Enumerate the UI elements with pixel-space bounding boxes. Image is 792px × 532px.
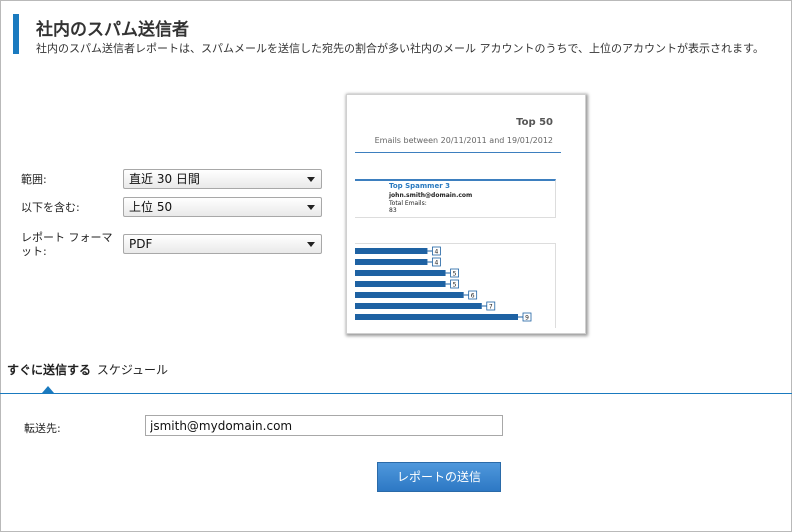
chart-data-label: 4 [435, 260, 439, 267]
preview-bar-chart: 4 4 5 5 6 7 9 [355, 243, 556, 328]
preview-spammer-card: Top Spammer 3 john.smith@domain.com Tota… [355, 179, 556, 218]
range-select[interactable]: 直近 30 日間 [123, 169, 322, 189]
tab-send-now[interactable]: すぐに送信する [7, 363, 91, 377]
report-preview-thumbnail: Top 50 Emails between 20/11/2011 and 19/… [346, 94, 586, 334]
chart-data-label: 9 [525, 315, 529, 322]
include-select[interactable]: 上位 50 [123, 197, 322, 217]
chevron-down-icon [307, 242, 315, 247]
include-label: 以下を含む: [21, 201, 80, 214]
preview-divider [355, 152, 561, 153]
range-select-value: 直近 30 日間 [129, 172, 200, 186]
chart-bar [355, 259, 428, 265]
include-select-value: 上位 50 [129, 200, 173, 214]
format-select[interactable]: PDF [123, 234, 322, 254]
chart-bar [355, 314, 518, 320]
format-label: レポート フォーマット: [21, 231, 113, 258]
chart-bar [355, 270, 446, 276]
send-to-label: 転送先: [24, 422, 61, 435]
range-label: 範囲: [21, 173, 47, 186]
page-title: 社内のスパム送信者 [36, 20, 189, 40]
chart-data-label: 6 [471, 293, 475, 300]
preview-card-total-value: 83 [389, 207, 397, 214]
chart-data-label: 4 [435, 249, 439, 256]
chart-data-label: 7 [489, 304, 493, 311]
chart-bar [355, 281, 446, 287]
bar-chart-svg: 4 4 5 5 6 7 9 [355, 246, 532, 322]
chevron-down-icon [307, 205, 315, 210]
preview-card-title: Top Spammer 3 [389, 182, 450, 190]
preview-card-email: john.smith@domain.com [389, 192, 473, 199]
chevron-down-icon [307, 177, 315, 182]
chart-data-label: 5 [453, 271, 457, 278]
chart-bar [355, 292, 464, 298]
preview-title: Top 50 [516, 117, 553, 128]
send-tabs: すぐに送信する スケジュール [7, 361, 168, 378]
send-report-button[interactable]: レポートの送信 [377, 462, 501, 492]
active-tab-indicator [42, 386, 54, 393]
tab-schedule[interactable]: スケジュール [97, 363, 168, 377]
title-accent-bar [13, 14, 19, 54]
chart-bar [355, 303, 482, 309]
page-description: 社内のスパム送信者レポートは、スパムメールを送信した宛先の割合が多い社内のメール… [36, 42, 764, 55]
tab-divider [0, 393, 792, 394]
chart-data-label: 5 [453, 282, 457, 289]
chart-bar [355, 248, 428, 254]
format-select-value: PDF [129, 237, 153, 251]
send-to-input[interactable] [145, 415, 503, 436]
preview-subtitle: Emails between 20/11/2011 and 19/01/2012 [374, 136, 553, 145]
preview-card-total-label: Total Emails: [389, 200, 427, 207]
